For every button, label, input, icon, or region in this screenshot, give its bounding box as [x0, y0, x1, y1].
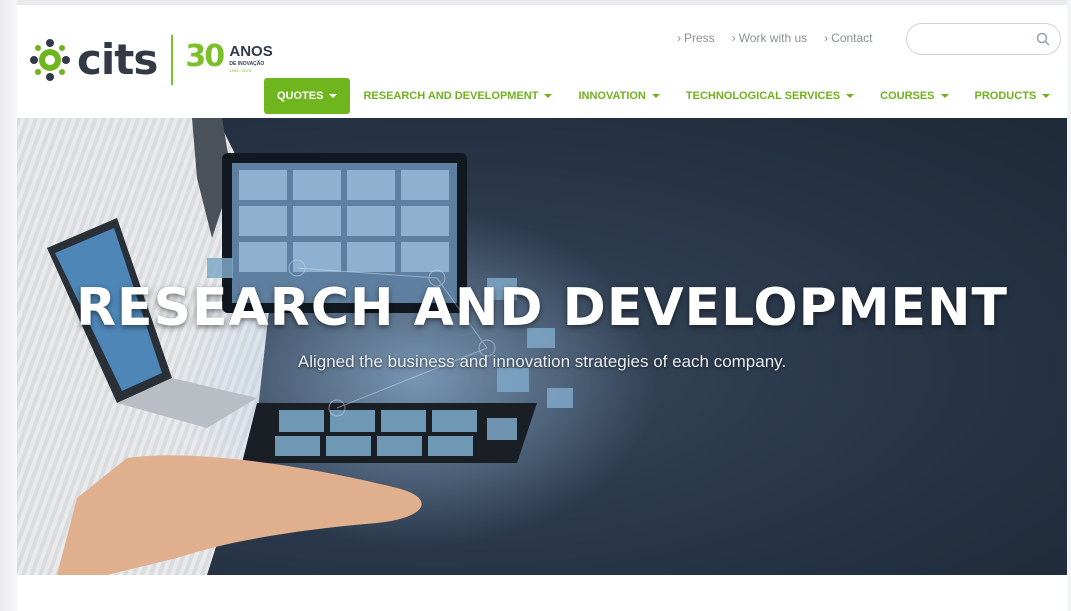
chevron-right-icon: › — [824, 31, 829, 45]
hero-subtitle: Aligned the business and innovation stra… — [297, 352, 787, 371]
search-input[interactable] — [919, 25, 1039, 53]
nav-innovation[interactable]: INNOVATION — [565, 78, 672, 114]
nav-quotes[interactable]: QUOTES — [264, 78, 351, 114]
cits-logo[interactable]: cits 30 ANOS DE INOVAÇÃO 1993 • 2023 — [27, 35, 295, 85]
nav-innovation-label: INNOVATION — [578, 90, 646, 102]
caret-down-icon — [1042, 94, 1051, 98]
nav-research-and-development[interactable]: RESEARCH AND DEVELOPMENT — [350, 78, 565, 114]
nav-tech-services-label: TECHNOLOGICAL SERVICES — [685, 90, 841, 102]
caret-down-icon — [329, 94, 338, 98]
logo-wordmark: cits — [77, 35, 158, 84]
contact-link-label: Contact — [831, 31, 873, 45]
hero-illustration — [17, 118, 657, 575]
anniversary-tagline: DE INOVAÇÃO — [229, 61, 265, 67]
anniversary-badge: 30 ANOS DE INOVAÇÃO 1993 • 2023 — [185, 40, 295, 80]
anniversary-word: ANOS — [229, 43, 273, 60]
main-nav: QUOTES RESEARCH AND DEVELOPMENT INNOVATI… — [264, 78, 1071, 114]
utility-nav: › Press › Work with us › Contact — [677, 31, 873, 45]
anniversary-number: 30 — [185, 39, 225, 74]
hero-title: RESEARCH AND DEVELOPMENT — [76, 278, 1008, 338]
search-box — [906, 23, 1061, 55]
caret-down-icon — [940, 94, 949, 98]
chevron-right-icon: › — [677, 31, 681, 45]
logo-divider — [171, 35, 174, 85]
page-margin — [0, 0, 17, 611]
nav-quotes-label: QUOTES — [277, 90, 324, 102]
caret-down-icon — [544, 94, 553, 98]
search-icon[interactable] — [1036, 32, 1050, 46]
nav-products[interactable]: PRODUCTS — [962, 78, 1064, 114]
nav-technological-services[interactable]: TECHNOLOGICAL SERVICES — [673, 78, 867, 114]
press-link[interactable]: › Press — [677, 31, 715, 45]
caret-down-icon — [846, 94, 855, 98]
nav-courses-label: COURSES — [880, 90, 935, 102]
press-link-label: Press — [684, 31, 715, 45]
content-area — [17, 575, 1067, 611]
work-with-us-link-label: Work with us — [738, 31, 808, 45]
cits-logo-icon — [27, 37, 73, 83]
contact-link[interactable]: › Contact — [824, 31, 872, 45]
nav-research-label: RESEARCH AND DEVELOPMENT — [363, 90, 539, 102]
chevron-right-icon: › — [731, 31, 736, 45]
site-header: cits 30 ANOS DE INOVAÇÃO 1993 • 2023 › Pr… — [17, 5, 1067, 118]
page: cits 30 ANOS DE INOVAÇÃO 1993 • 2023 › Pr… — [0, 0, 1071, 611]
anniversary-years: 1993 • 2023 — [229, 68, 251, 73]
caret-down-icon — [651, 94, 660, 98]
work-with-us-link[interactable]: › Work with us — [732, 31, 807, 45]
hero-banner: RESEARCH AND DEVELOPMENT Aligned the bus… — [17, 118, 1067, 575]
nav-courses[interactable]: COURSES — [867, 78, 961, 114]
nav-products-label: PRODUCTS — [974, 90, 1037, 102]
language-selector[interactable]: ● — [1063, 78, 1071, 114]
